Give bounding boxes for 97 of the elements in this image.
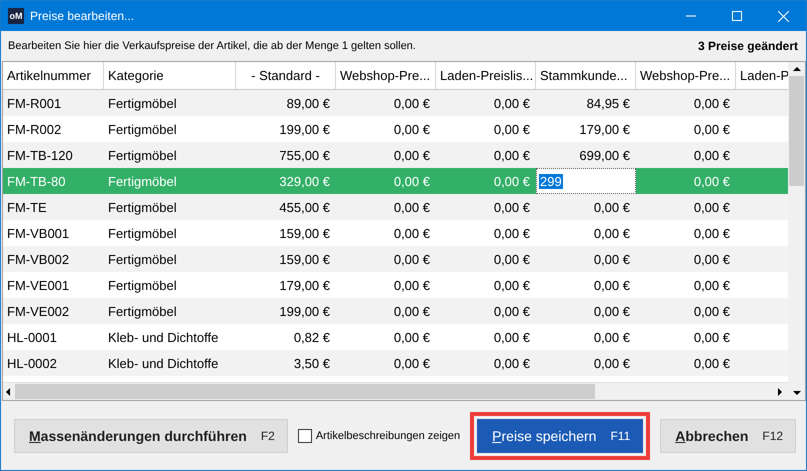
table-cell-text: 0,00 € <box>492 276 531 294</box>
table-cell-text: 0,00 € <box>392 302 431 320</box>
table-cell-text: 3,50 € <box>292 354 331 372</box>
table-cell-text: 0,00 € <box>492 198 531 216</box>
table-cell-text: Kleb- und Dichtoffe <box>107 354 220 372</box>
table-cell-text: 0,00 € <box>692 354 731 372</box>
changes-status: 3 Preise geändert <box>698 39 798 53</box>
table-cell-text: 755,00 € <box>278 146 331 164</box>
table-cell-text: 0,00 € <box>692 250 731 268</box>
table-cell-text: 199,00 € <box>278 302 331 320</box>
table-cell-text: 0,00 € <box>692 94 731 112</box>
table-row[interactable]: HL-0002 Kleb- und Dichtoffe 3,50 € 0,00 € 0,00 € 0,00 € 0,00 € <box>3 350 788 376</box>
table-cell-text: 159,00 € <box>278 224 331 242</box>
instruction-text: Bearbeiten Sie hier die Verkaufspreise der Artikel, die ab der Menge 1 gelten sollen. <box>8 40 416 52</box>
table-cell-text: HL-0001 <box>6 328 58 346</box>
table-cell-text: Kleb- und Dichtoffe <box>107 328 220 346</box>
table-cell-text: 0,00 € <box>392 198 431 216</box>
table-cell-text: 0,00 € <box>392 224 431 242</box>
table-cell-text: FM-VE002 <box>6 302 70 320</box>
table-row[interactable]: FM-R001 Fertigmöbel 89,00 € 0,00 € 0,00 € 84,95 € 0,00 € <box>3 90 788 116</box>
table-cell-text: 179,00 € <box>278 276 331 294</box>
table-cell-text: 0,00 € <box>692 328 731 346</box>
table-cell-text: 0,00 € <box>492 172 531 190</box>
table-cell-text: Fertigmöbel <box>107 120 178 139</box>
table-cell-text: 699,00 € <box>578 146 631 164</box>
table-cell-text: 0,00 € <box>592 302 631 320</box>
table-cell-text: 0,00 € <box>492 224 531 242</box>
table-cell-text: Fertigmöbel <box>107 198 178 217</box>
table-cell-text: 0,00 € <box>692 198 731 216</box>
table-cell-text: 0,00 € <box>492 146 531 164</box>
table-cell-text: 0,00 € <box>692 224 731 242</box>
scrollbar-thumb[interactable] <box>15 384 595 399</box>
table-cell-text: 0,00 € <box>692 120 731 138</box>
table-cell-text: HL-0002 <box>6 354 58 372</box>
table-cell-text: FM-TB-80 <box>6 172 66 190</box>
table-cell-text: 0,00 € <box>692 276 731 294</box>
descriptions-checkbox[interactable]: Artikelbeschreibungen zeigen <box>298 428 460 442</box>
table-cell-text: 0,00 € <box>492 120 531 138</box>
table-cell-text: 0,00 € <box>392 94 431 112</box>
table-cell-text: 0,00 € <box>492 250 531 268</box>
table-cell-text: 0,00 € <box>592 328 631 346</box>
table-row[interactable]: FM-TB-120 Fertigmöbel 755,00 € 0,00 € 0,00 € 699,00 € 0,00 € <box>3 142 788 168</box>
table-cell-text: FM-VB002 <box>6 250 70 268</box>
table-cell-text: 159,00 € <box>278 250 331 268</box>
table-cell-text: 0,00 € <box>492 302 531 320</box>
window-title: Preise bearbeiten... <box>30 9 136 23</box>
table-cell-text: FM-VE001 <box>6 276 70 294</box>
table-cell-text: 0,00 € <box>692 172 731 190</box>
table-cell-text: 0,00 € <box>592 354 631 372</box>
table-cell-text: 199,00 € <box>278 120 331 138</box>
table-cell-text: Fertigmöbel <box>107 302 178 321</box>
table-row[interactable]: FM-TE Fertigmöbel 455,00 € 0,00 € 0,00 € 0,00 € 0,00 € <box>3 194 788 220</box>
table-cell-text: Fertigmöbel <box>107 276 178 295</box>
table-cell-text: 0,00 € <box>592 276 631 294</box>
table-cell-text: Fertigmöbel <box>107 224 178 243</box>
table-cell-text: 0,00 € <box>392 120 431 138</box>
table-cell-text: Fertigmöbel <box>107 94 178 113</box>
table-cell-text: 0,00 € <box>392 354 431 372</box>
save-button[interactable]: Preise speichern F11 <box>477 418 644 452</box>
table-cell-text: 0,00 € <box>692 146 731 164</box>
maximize-icon <box>732 11 742 21</box>
table-cell-text: 0,00 € <box>592 224 631 242</box>
table-cell-text: 0,00 € <box>492 328 531 346</box>
table-cell-text: 329,00 € <box>278 172 331 190</box>
table-cell-text: Fertigmöbel <box>107 172 178 191</box>
price-input-field[interactable]: 299 <box>536 168 636 194</box>
table-cell-text: 0,00 € <box>392 328 431 346</box>
table-cell-text: 89,00 € <box>286 94 331 112</box>
close-icon <box>778 10 788 22</box>
table-cell-text: FM-R002 <box>6 120 62 138</box>
scrollbar-thumb[interactable] <box>789 76 804 186</box>
table-cell-text: 179,00 € <box>578 120 631 138</box>
table-cell-text: 0,00 € <box>492 354 531 372</box>
table-cell-text: 0,00 € <box>392 276 431 294</box>
table-cell-text: 0,00 € <box>492 94 531 112</box>
table-row[interactable]: FM-VE002 Fertigmöbel 199,00 € 0,00 € 0,00 € 0,00 € 0,00 € <box>3 298 788 324</box>
table-row[interactable]: FM-VB002 Fertigmöbel 159,00 € 0,00 € 0,00 € 0,00 € 0,00 € <box>3 246 788 272</box>
table-cell-text: 0,82 € <box>292 328 331 346</box>
table-cell-text: 0,00 € <box>692 302 731 320</box>
table-cell-text: 0,00 € <box>592 250 631 268</box>
app-logo: oM <box>8 8 24 24</box>
table-cell-text: FM-VB001 <box>6 224 70 242</box>
mass-change-button[interactable]: Massenänderungen durchführen F2 <box>14 418 288 452</box>
table-cell-text: 0,00 € <box>392 250 431 268</box>
table-cell-text: 84,95 € <box>586 94 631 112</box>
table-cell-text: 0,00 € <box>392 146 431 164</box>
table-cell-text: FM-TE <box>6 198 48 216</box>
table-cell-text: Fertigmöbel <box>107 146 178 165</box>
table-cell-text: FM-R001 <box>6 94 62 112</box>
table-cell-text: 0,00 € <box>592 198 631 216</box>
table-cell-text: 455,00 € <box>278 198 331 216</box>
scroll-right-icon[interactable] <box>775 386 785 396</box>
table-cell-text: FM-TB-120 <box>6 146 74 164</box>
table-row[interactable]: FM-TB-80 Fertigmöbel 329,00 € 0,00 € 0,00 € 299 0,00 € <box>3 168 788 194</box>
table-cell-text: 0,00 € <box>392 172 431 190</box>
cancel-button[interactable]: Abbrechen F12 <box>660 418 796 452</box>
table-cell-text: Fertigmöbel <box>107 250 178 269</box>
